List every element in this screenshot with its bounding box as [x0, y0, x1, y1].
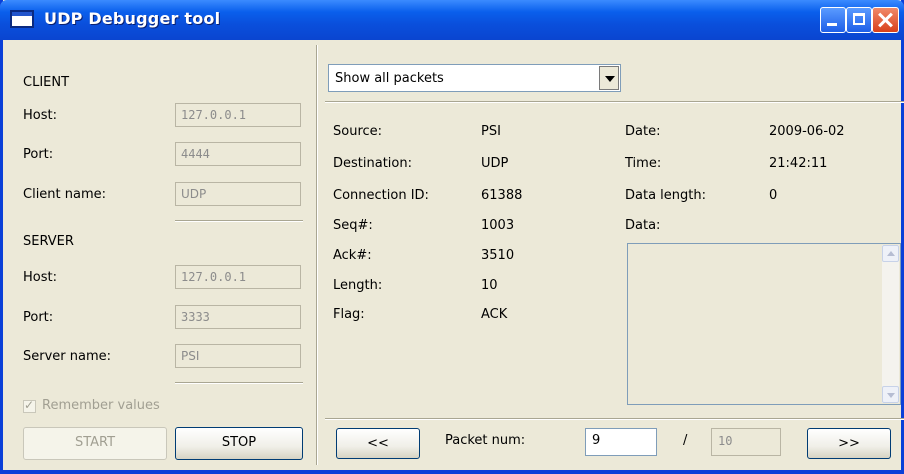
server-host-label: Host:: [23, 270, 57, 285]
server-port-label: Port:: [23, 310, 54, 325]
client-name-label: Client name:: [23, 187, 107, 202]
flag-label: Flag:: [333, 307, 365, 322]
time-label: Time:: [625, 156, 662, 171]
ack-value: 3510: [481, 248, 515, 263]
ack-label: Ack#:: [333, 248, 372, 263]
destination-value: UDP: [481, 156, 509, 171]
client-heading: CLIENT: [23, 75, 70, 90]
source-value: PSI: [481, 124, 501, 139]
packet-num-separator: /: [683, 433, 688, 448]
close-button[interactable]: [872, 7, 899, 33]
length-value: 10: [481, 278, 498, 293]
connection-id-value: 61388: [481, 188, 523, 203]
date-label: Date:: [625, 124, 661, 139]
server-separator: [175, 382, 303, 384]
data-scrollbar[interactable]: [882, 245, 899, 403]
title-bar[interactable]: UDP Debugger tool: [0, 0, 904, 40]
server-name-label: Server name:: [23, 349, 112, 364]
next-packet-button[interactable]: >>: [807, 428, 891, 459]
filter-separator: [325, 101, 904, 103]
app-window: UDP Debugger tool CLIENT Host: 127.0.0.1…: [0, 0, 904, 474]
data-length-label: Data length:: [625, 188, 706, 203]
packet-filter-select[interactable]: Show all packets: [328, 64, 621, 92]
start-button[interactable]: START: [23, 427, 167, 460]
client-host-label: Host:: [23, 108, 57, 123]
client-host-field[interactable]: 127.0.0.1: [175, 103, 301, 127]
scroll-up-icon[interactable]: [882, 245, 899, 262]
packet-total-field: 10: [711, 428, 781, 456]
connection-id-label: Connection ID:: [333, 188, 429, 203]
source-label: Source:: [333, 124, 383, 139]
remember-checkbox[interactable]: [23, 398, 36, 413]
data-label: Data:: [625, 218, 661, 233]
seq-label: Seq#:: [333, 218, 373, 233]
maximize-button[interactable]: [846, 7, 872, 33]
time-value: 21:42:11: [769, 156, 828, 171]
server-name-field[interactable]: PSI: [175, 344, 301, 368]
remember-label: Remember values: [42, 398, 160, 413]
panel-divider: [316, 45, 318, 465]
client-separator: [175, 220, 303, 222]
client-name-field[interactable]: UDP: [175, 182, 301, 206]
minimize-button[interactable]: [820, 7, 846, 33]
server-heading: SERVER: [23, 234, 74, 249]
seq-value: 1003: [481, 218, 515, 233]
packet-num-label: Packet num:: [445, 433, 526, 448]
scroll-down-icon[interactable]: [882, 386, 899, 403]
server-port-field[interactable]: 3333: [175, 305, 301, 329]
server-host-field[interactable]: 127.0.0.1: [175, 265, 301, 289]
chevron-down-icon[interactable]: [599, 66, 619, 90]
app-icon: [10, 10, 34, 28]
data-length-value: 0: [769, 188, 778, 203]
packet-filter-value: Show all packets: [335, 71, 444, 86]
stop-button[interactable]: STOP: [175, 427, 303, 460]
length-label: Length:: [333, 278, 383, 293]
client-port-field[interactable]: 4444: [175, 142, 301, 166]
window-title: UDP Debugger tool: [44, 9, 221, 28]
data-textarea[interactable]: [627, 243, 901, 405]
client-port-label: Port:: [23, 147, 54, 162]
date-value: 2009-06-02: [769, 124, 845, 139]
packet-num-input[interactable]: 9: [585, 428, 657, 456]
flag-value: ACK: [481, 307, 508, 322]
destination-label: Destination:: [333, 156, 412, 171]
nav-separator: [325, 418, 904, 420]
prev-packet-button[interactable]: <<: [336, 428, 420, 459]
